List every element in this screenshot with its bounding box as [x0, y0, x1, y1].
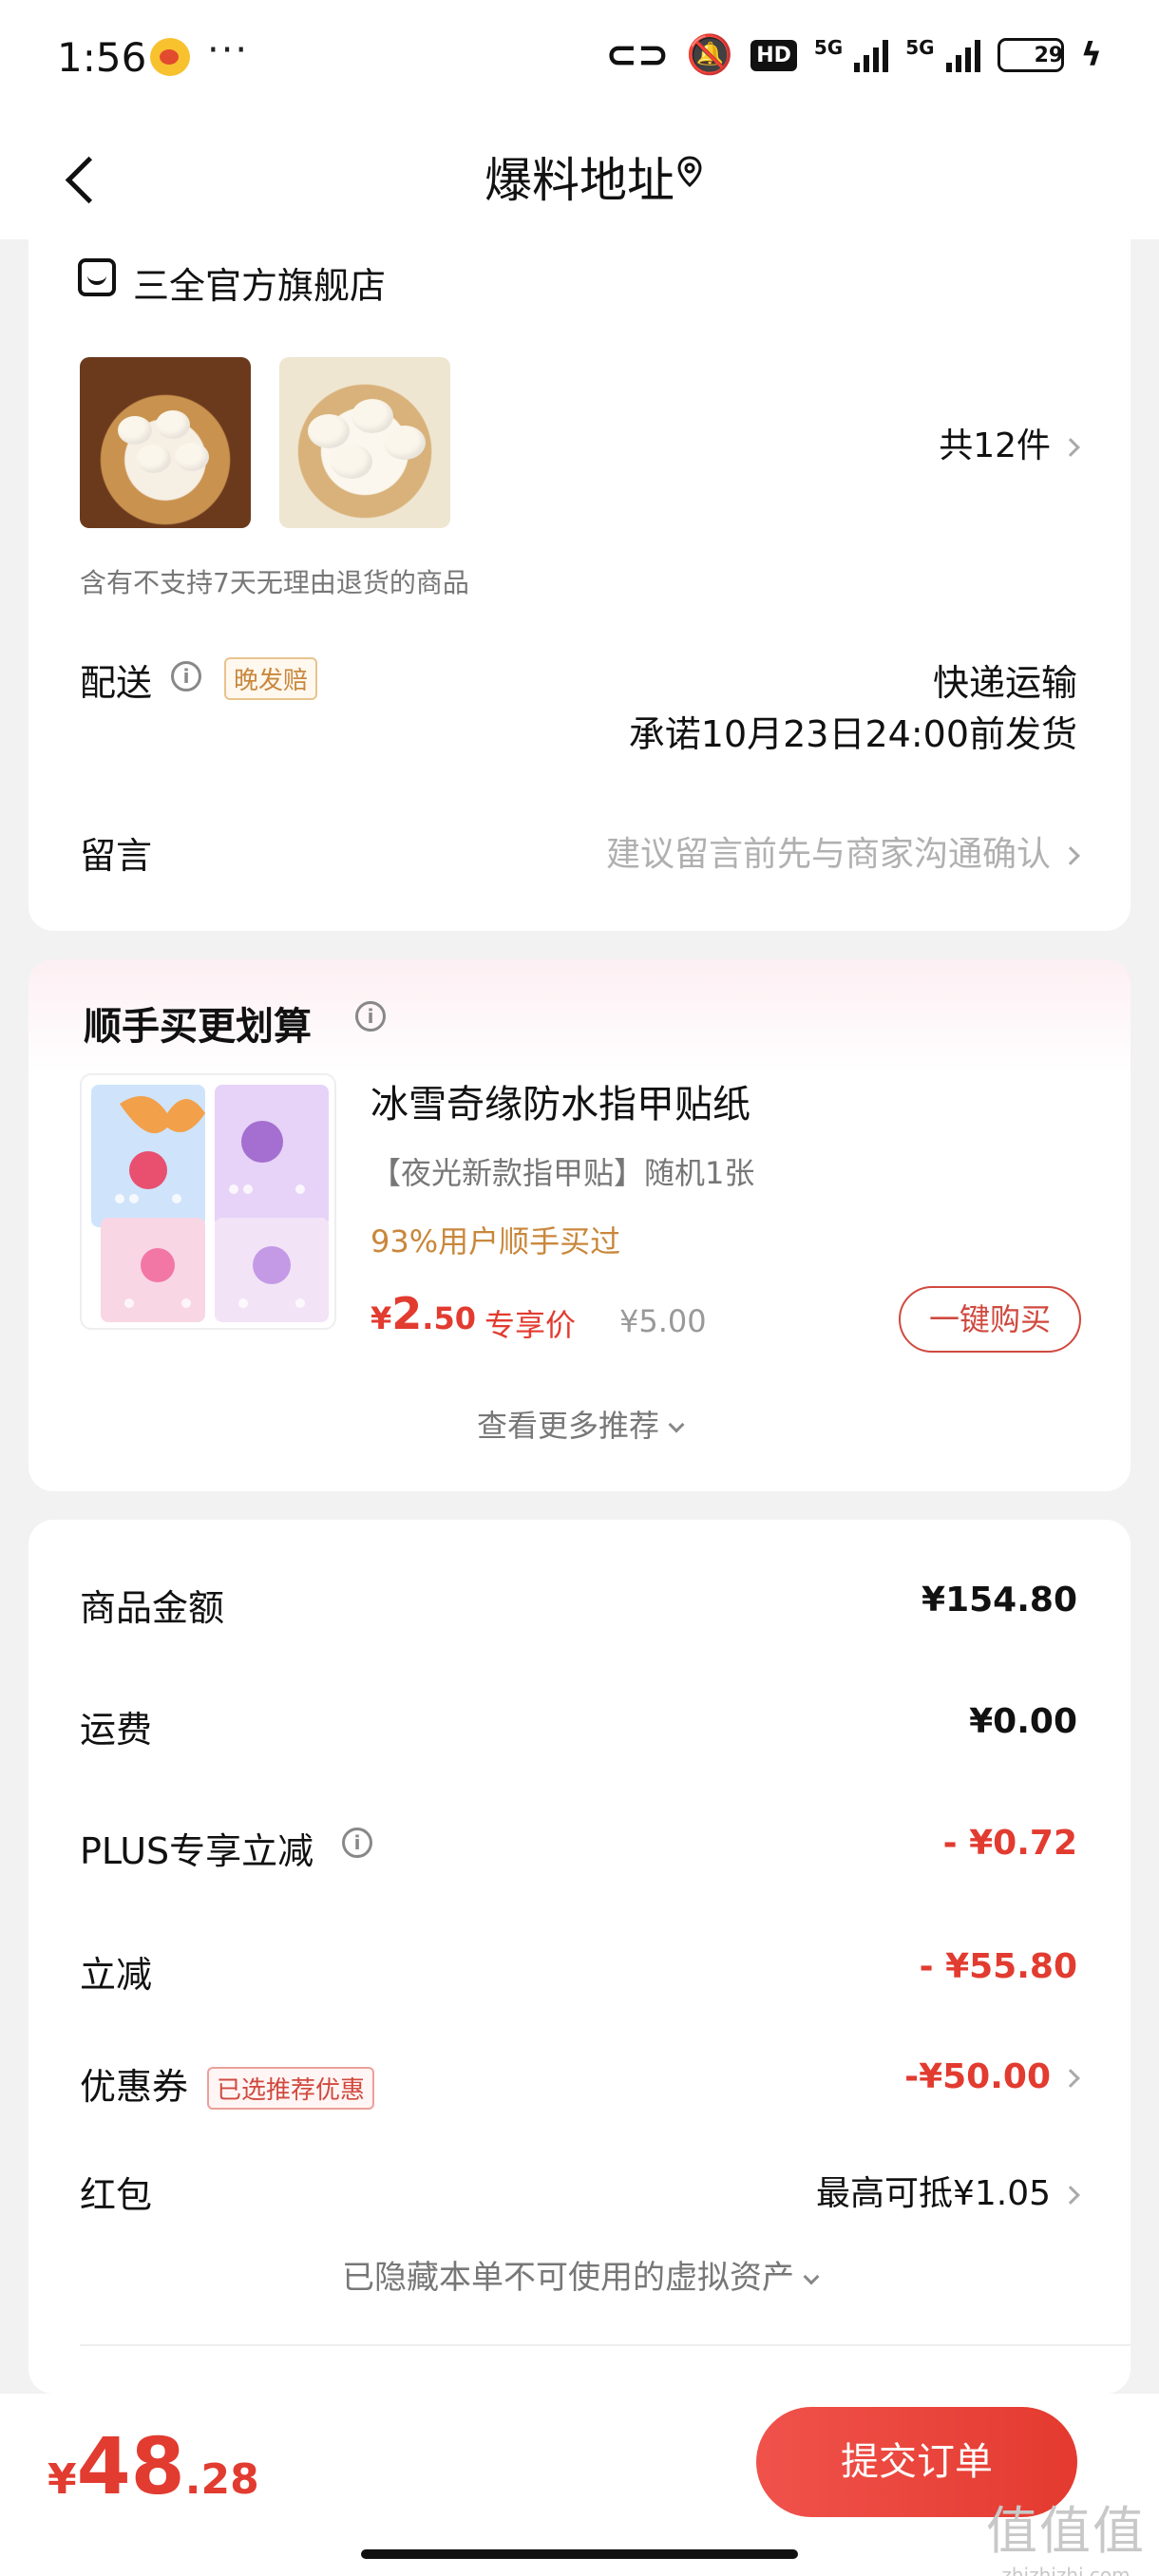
chevron-right-icon	[1061, 846, 1080, 865]
one-click-buy-button[interactable]: 一键购买	[899, 1286, 1081, 1353]
network-type-1: 5G	[813, 36, 844, 59]
network-type-2: 5G	[905, 36, 935, 59]
item-count[interactable]: 共12件	[939, 418, 1080, 467]
mute-icon: 🔕	[686, 33, 734, 77]
price-currency: ¥	[370, 1300, 392, 1336]
more-notifications-icon: ···	[207, 28, 250, 72]
nav-header: 爆料地址	[0, 114, 1159, 239]
recommend-product-name[interactable]: 冰雪奇缘防水指甲贴纸	[370, 1073, 750, 1128]
battery-icon: 29	[997, 38, 1064, 72]
recommend-buy-percent: 93%用户顺手买过	[370, 1223, 621, 1260]
product-thumbnail-2[interactable]	[279, 357, 450, 528]
coupon-amount: -¥50.00	[904, 2057, 1051, 2096]
recommend-product-spec: 【夜光新款指甲贴】随机1张	[370, 1155, 755, 1191]
location-pin-icon[interactable]	[676, 156, 703, 188]
chevron-right-icon	[1061, 438, 1080, 457]
product-thumbnail-1[interactable]	[80, 357, 251, 528]
recommend-title: 顺手买更划算	[84, 1005, 312, 1049]
goods-amount-value: ¥154.80	[922, 1581, 1077, 1619]
late-delivery-badge: 晚发赔	[224, 657, 318, 700]
shipping-promise: 承诺10月23日24:00前发货	[628, 713, 1077, 755]
home-indicator[interactable]	[361, 2549, 798, 2559]
info-icon[interactable]: i	[342, 1828, 372, 1858]
total-decimal: .28	[184, 2455, 259, 2504]
message-placeholder: 建议留言前先与商家沟通确认	[605, 835, 1051, 874]
store-icon	[78, 258, 116, 296]
status-indicators: ⊂⊃ 🔕 HD 5G 5G 29 ϟ	[605, 36, 1102, 74]
instant-discount-value: - ¥55.80	[919, 1947, 1077, 1986]
status-time: 1:56	[57, 34, 147, 81]
chevron-right-icon	[1061, 2186, 1080, 2205]
coupon-selected-badge: 已选推荐优惠	[207, 2067, 375, 2110]
price-integer: 2	[391, 1288, 423, 1339]
plus-discount-label: PLUS专享立减	[80, 1830, 314, 1872]
recommend-card: 顺手买更划算 i 冰雪奇缘防水指甲贴纸 【夜光新款指甲贴】随机1张 93%用户顺…	[28, 959, 1130, 1491]
shipping-method: 快递运输	[932, 662, 1077, 704]
instant-discount-label: 立减	[80, 1954, 153, 1996]
watermark-mark: 值值值	[986, 2501, 1146, 2561]
signal-icon	[854, 38, 889, 72]
exclusive-price-label: 专享价	[484, 1307, 577, 1343]
divider	[80, 2344, 1130, 2346]
coupon-value[interactable]: -¥50.00	[904, 2057, 1080, 2096]
charging-icon: ϟ	[1080, 36, 1102, 74]
chevron-down-icon	[803, 2268, 820, 2285]
checkout-bar: ¥48.28 提交订单 值值值 zhizhizhi.com	[0, 2394, 1159, 2576]
plus-discount-value: - ¥0.72	[942, 1824, 1077, 1863]
total-integer: 48	[76, 2422, 185, 2512]
shipping-fee-label: 运费	[80, 1709, 153, 1751]
price-decimal: .50	[422, 1300, 476, 1336]
item-count-label: 共12件	[939, 426, 1051, 465]
signal-icon-2	[945, 38, 980, 72]
status-bar: 1:56 ··· ⊂⊃ 🔕 HD 5G 5G 29 ϟ	[0, 0, 1159, 114]
shipping-fee-value: ¥0.00	[969, 1702, 1077, 1741]
page-title: 爆料地址	[484, 153, 674, 208]
price-summary-card: 商品金额 ¥154.80 运费 ¥0.00 PLUS专享立减 i - ¥0.72…	[28, 1520, 1130, 2394]
battery-level: 29	[1034, 43, 1064, 67]
store-name[interactable]: 三全官方旗舰店	[133, 256, 386, 309]
message-input[interactable]: 建议留言前先与商家沟通确认	[605, 826, 1080, 876]
original-price: ¥5.00	[619, 1303, 707, 1339]
hd-badge: HD	[750, 39, 797, 71]
watermark-url: zhizhizhi.com	[1001, 2564, 1130, 2576]
order-total: ¥48.28	[48, 2422, 259, 2512]
red-packet-value[interactable]: 最高可抵¥1.05	[815, 2166, 1080, 2215]
more-recommendations-label: 查看更多推荐	[476, 1408, 659, 1444]
info-icon[interactable]: i	[355, 1001, 386, 1032]
hidden-assets-toggle[interactable]: 已隐藏本单不可使用的虚拟资产	[28, 2251, 1130, 2298]
watermark: 值值值 zhizhizhi.com	[986, 2489, 1146, 2576]
link-icon: ⊂⊃	[605, 33, 670, 77]
return-policy-note: 含有不支持7天无理由退货的商品	[80, 567, 469, 598]
goods-amount-label: 商品金额	[80, 1587, 225, 1629]
recommend-price: ¥2.50	[370, 1288, 476, 1339]
red-packet-amount: 最高可抵¥1.05	[815, 2174, 1051, 2213]
more-recommendations[interactable]: 查看更多推荐	[28, 1402, 1130, 1446]
hidden-assets-label: 已隐藏本单不可使用的虚拟资产	[342, 2259, 794, 2297]
coupon-label: 优惠券	[80, 2066, 189, 2108]
recommend-product-image[interactable]	[80, 1073, 336, 1330]
weibo-icon	[150, 38, 190, 76]
chevron-down-icon	[668, 1416, 685, 1433]
info-icon[interactable]: i	[171, 661, 201, 691]
red-packet-label: 红包	[80, 2174, 153, 2216]
message-label: 留言	[80, 835, 153, 877]
chevron-right-icon	[1061, 2069, 1080, 2088]
store-order-card: 三全官方旗舰店 共12件 含有不支持7天无理由退货的商品 配送 i 晚发赔 快递…	[28, 228, 1130, 931]
shipping-label: 配送	[80, 662, 153, 704]
total-currency: ¥	[48, 2455, 77, 2504]
